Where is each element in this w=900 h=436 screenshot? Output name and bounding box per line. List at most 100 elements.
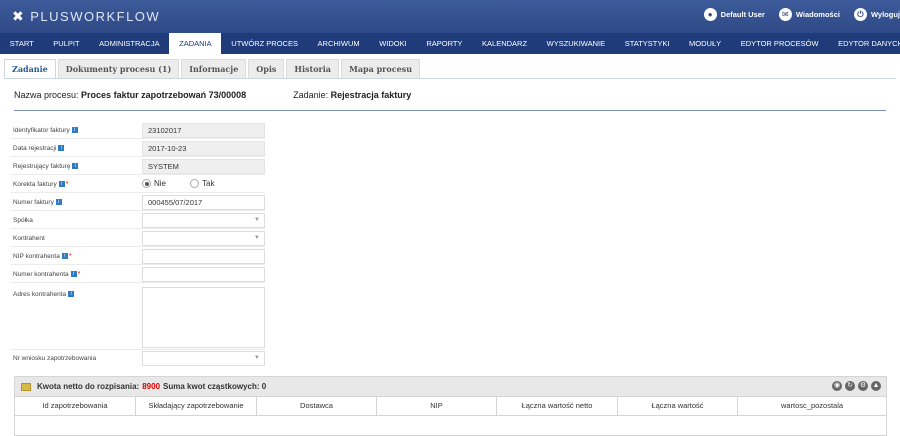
column-header[interactable]: Łączna wartość [618,397,738,415]
logo-text: PLUSWORKFLOW [30,9,161,24]
nav-item-edytor-danych[interactable]: EDYTOR DANYCH [828,33,900,54]
address-label: Adres kontrahenta [13,291,67,298]
tab-zadanie[interactable]: Zadanie [4,59,56,78]
correction-label: Korekta faktury [13,181,57,188]
form-row-id: Identyfikator faktury i 23102017 [10,122,265,139]
nav-item-pulpit[interactable]: PULPIT [44,33,90,54]
power-icon: ⏻ [853,8,867,21]
form-row-registrar: Rejestrujący fakturę i SYSTEM [10,158,265,175]
form-row-correction: Korekta faktury i * Nie Tak [10,176,265,193]
user-menu-logout[interactable]: ⏻ Wyloguj [853,8,900,21]
company-select[interactable]: ▼ [142,213,265,228]
refresh-icon[interactable]: ↻ [845,381,855,391]
column-header[interactable]: NIP [377,397,497,415]
requests-grid: Kwota netto do rozpisania: 8900 Suma kwo… [14,376,887,436]
required-mark: * [77,271,81,278]
nav-item-utworz-proces[interactable]: UTWÓRZ PROCES [221,33,307,54]
main-nav: START PULPIT ADMINISTRACJA ZADANIA UTWÓR… [0,32,900,54]
user-menu-default-user[interactable]: ● Default User [703,8,765,21]
user-menu-messages[interactable]: ✉ Wiadomości [778,8,840,21]
column-header[interactable]: wartosc_pozostala [738,397,886,415]
tab-informacje[interactable]: Informacje [181,59,247,78]
grid-amount: 8900 [142,382,161,391]
app-logo[interactable]: ✖ PLUSWORKFLOW [12,8,160,25]
nav-item-moduly[interactable]: MODUŁY [679,33,731,54]
nav-item-archiwum[interactable]: ARCHIWUM [308,33,370,54]
process-name: Proces faktur zapotrzebowań 73/00008 [81,90,247,100]
required-mark: * [68,253,72,260]
registration-date-field: 2017-10-23 [142,141,265,156]
invoice-id-field: 23102017 [142,123,265,138]
grid-title-suffix: Suma kwot cząstkowych: 0 [163,382,267,391]
task-header: Nazwa procesu: Proces faktur zapotrzebow… [14,90,411,100]
column-header[interactable]: Składający zapotrzebowanie [136,397,257,415]
tab-mapa-procesu[interactable]: Mapa procesu [340,59,421,78]
info-icon[interactable]: i [61,253,68,259]
info-icon[interactable]: i [68,291,75,297]
user-menu: ● Default User ✉ Wiadomości ⏻ Wyloguj [703,8,900,21]
tab-opis[interactable]: Opis [248,59,285,78]
registration-date-label: Data rejestracji [13,145,57,152]
user-icon: ● [703,8,717,21]
tab-historia[interactable]: Historia [286,59,339,78]
toggle-icon[interactable]: ▲ [871,381,881,391]
nav-item-start[interactable]: START [0,33,44,54]
tab-dokumenty-procesu[interactable]: Dokumenty procesu (1) [57,59,180,78]
process-name-label: Nazwa procesu: [14,90,79,100]
mail-icon: ✉ [778,8,792,21]
form-row-company: Spółka ▼ [10,212,265,229]
nav-item-raporty[interactable]: RAPORTY [417,33,473,54]
nav-item-widoki[interactable]: WIDOKI [369,33,416,54]
info-icon[interactable]: i [58,145,65,151]
correction-radio-no[interactable]: Nie [142,179,166,188]
company-label: Spółka [13,217,33,224]
form-row-date: Data rejestracji i 2017-10-23 [10,140,265,157]
nav-item-administracja[interactable]: ADMINISTRACJA [89,33,169,54]
top-bar: ✖ PLUSWORKFLOW ● Default User ✉ Wiadomoś… [0,0,900,32]
info-icon[interactable]: i [58,181,65,187]
info-icon[interactable]: i [55,199,62,205]
required-mark: * [65,181,69,188]
radio-selected-icon [142,179,151,188]
logo-mark-icon: ✖ [12,8,26,24]
info-icon[interactable]: i [70,271,77,277]
nav-item-edytor-procesow[interactable]: EDYTOR PROCESÓW [731,33,828,54]
invoice-number-label: Numer faktury [13,199,54,206]
nav-item-statystyki[interactable]: STATYSTYKI [615,33,679,54]
form-row-address: Adres kontrahenta i [10,286,265,350]
address-textarea[interactable] [142,287,265,348]
task-name: Rejestracja faktury [330,90,412,100]
contractor-number-label: Numer kontrahenta [13,271,69,278]
settings-icon[interactable]: ⚙ [858,381,868,391]
column-header[interactable]: Dostawca [257,397,377,415]
form-row-nip: NIP kontrahenta i * [10,248,265,265]
registrar-field: SYSTEM [142,159,265,174]
form-row-number: Numer faktury i 000455/07/2017 [10,194,265,211]
tab-divider [4,78,896,79]
user-menu-label: Wyloguj [870,10,900,19]
column-header[interactable]: Id zapotrzebowania [15,397,136,415]
chevron-down-icon: ▼ [254,217,260,223]
nav-item-kalendarz[interactable]: KALENDARZ [472,33,537,54]
form-row-request: Nr wniosku zapotrzebowania ▼ [10,350,265,367]
grid-column-headers: Id zapotrzebowania Składający zapotrzebo… [15,397,886,416]
column-header[interactable]: Łączna wartość netto [497,397,618,415]
correction-radio-yes[interactable]: Tak [190,179,214,188]
info-icon[interactable]: i [72,163,79,169]
collapse-icon[interactable]: ◉ [832,381,842,391]
contractor-select[interactable]: ▼ [142,231,265,246]
request-number-label: Nr wniosku zapotrzebowania [13,355,97,362]
chevron-down-icon: ▼ [254,235,260,241]
nav-item-wyszukiwanie[interactable]: WYSZUKIWANIE [537,33,615,54]
grid-title-prefix: Kwota netto do rozpisania: [37,382,140,391]
contractor-number-input[interactable] [142,267,265,282]
request-number-select[interactable]: ▼ [142,351,265,366]
info-icon[interactable]: i [71,127,78,133]
nip-input[interactable] [142,249,265,264]
nav-item-zadania[interactable]: ZADANIA [169,33,222,54]
invoice-number-input[interactable]: 000455/07/2017 [142,195,265,210]
correction-radio-group: Nie Tak [142,179,214,188]
grid-body [15,416,886,435]
registrar-label: Rejestrujący fakturę [13,163,71,170]
folder-icon [21,382,31,391]
